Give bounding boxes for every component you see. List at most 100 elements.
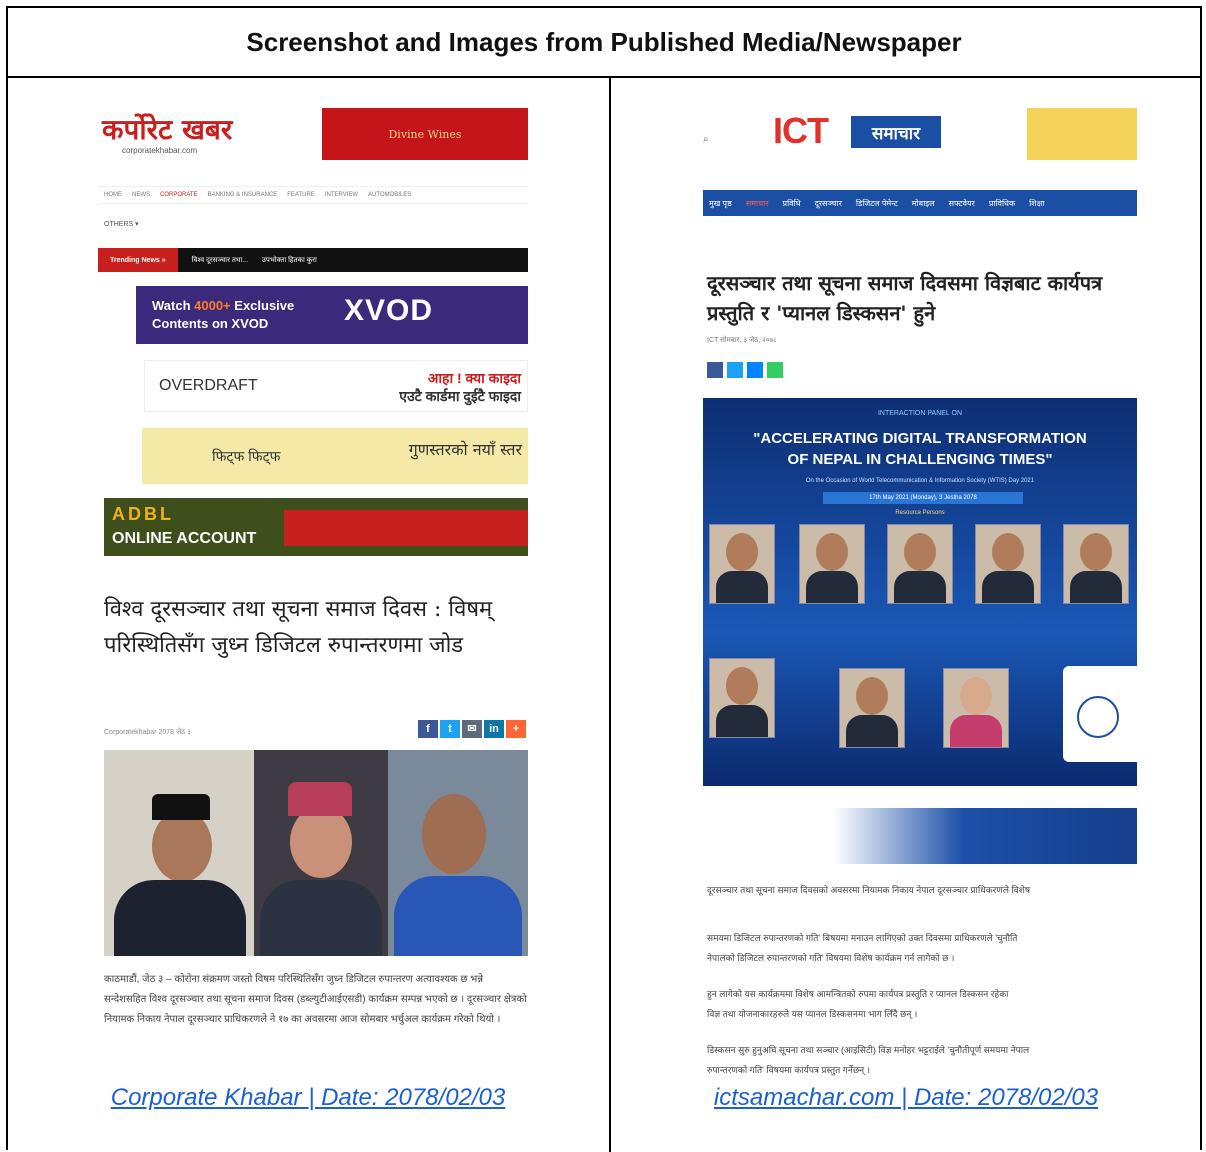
trending-item[interactable]: विश्व दूरसञ्चार तथा...: [192, 256, 248, 265]
xvod-ad[interactable]: Watch 4000+ Exclusive Contents on XVOD X…: [136, 286, 528, 344]
resource-person-photo: [709, 524, 775, 604]
ict-nav-item[interactable]: प्रविधि: [783, 198, 801, 209]
ict-body-para: हुन लागेको यस कार्यक्रममा विशेष आमन्त्रि…: [707, 989, 1009, 999]
page: Screenshot and Images from Published Med…: [0, 0, 1206, 1152]
ict-body-para: विज्ञ तथा योजनाकारहरुले यस प्यानल डिस्कस…: [707, 1009, 918, 1019]
ict-bottom-banner[interactable]: [703, 808, 1137, 864]
twitter-icon[interactable]: [727, 362, 743, 378]
corporate-khabar-logo: कर्पोरेट खबर: [102, 113, 233, 146]
xvod-text2: Exclusive: [230, 298, 295, 313]
resource-person-photo: [1063, 524, 1129, 604]
poster-headline-2: OF NEPAL IN CHALLENGING TIMES": [787, 451, 1053, 468]
fitfit-brand: फिट्फ फिट्फ: [212, 447, 281, 464]
ict-samachar-screenshot: ⌕ ICT समाचार मुख पृष्ठ समाचार प्रविधि दू…: [703, 98, 1137, 1098]
ict-body-para: रुपान्तरणको गति' विषयमा कार्यपत्र प्रस्त…: [707, 1065, 871, 1075]
poster-resource-label: Resource Persons: [895, 510, 945, 516]
video-call-photo: [104, 750, 528, 956]
source-link-corporate-khabar[interactable]: Corporate Khabar | Date: 2078/02/03: [8, 1084, 608, 1112]
messenger-icon[interactable]: [747, 362, 763, 378]
nav-others-dropdown[interactable]: OTHERS ▾: [104, 220, 139, 228]
fitfit-tagline: गुणस्तरको नयाँ स्तर: [408, 440, 522, 459]
nav-item-corporate[interactable]: CORPORATE: [160, 192, 198, 198]
left-column: कर्पोरेट खबर corporatekhabar.com Divine …: [8, 78, 608, 1152]
ict-nav-item[interactable]: प्राविधिक: [989, 198, 1015, 209]
trending-bar: Trending News » विश्व दूरसञ्चार तथा... उ…: [98, 248, 528, 272]
ict-body-para: डिस्कसन सुरु हुनुअघि सूचना तथा सञ्चार (आ…: [707, 1045, 1030, 1055]
share-buttons: f t ✉ in +: [418, 720, 526, 738]
adbl-ad[interactable]: ADBL ONLINE ACCOUNT: [104, 498, 528, 556]
overdraft-brand: OVERDRAFT: [159, 377, 258, 394]
trending-item[interactable]: उपभोक्ता हितका कुरा: [262, 256, 317, 265]
adbl-red-panel: [284, 510, 528, 546]
resource-person-photo: [887, 524, 953, 604]
adbl-online-account: ONLINE ACCOUNT: [112, 530, 257, 547]
ict-nav-item[interactable]: दूरसञ्चार: [815, 198, 842, 209]
search-icon[interactable]: ⌕: [703, 134, 751, 145]
xvod-accent: 4000+: [194, 298, 231, 313]
ict-nav-item[interactable]: डिजिटल पेमेन्ट: [856, 198, 898, 209]
ict-nav-item[interactable]: मुख पृष्ठ: [709, 198, 732, 209]
top-banner-ad[interactable]: Divine Wines: [322, 108, 528, 160]
email-icon[interactable]: ✉: [462, 720, 482, 738]
facebook-icon[interactable]: f: [418, 720, 438, 738]
participant-2: [254, 750, 388, 956]
trending-label: Trending News »: [98, 248, 178, 272]
resource-person-photo: [799, 524, 865, 604]
poster-headline-1: "ACCELERATING DIGITAL TRANSFORMATION: [753, 430, 1087, 447]
overdraft-line1: आहा ! क्या काइदा: [427, 370, 521, 386]
resource-person-photo: [975, 524, 1041, 604]
participant-1: [104, 750, 254, 956]
nav-item-automobiles[interactable]: AUTOMOBILES: [368, 192, 411, 198]
ict-nav-item[interactable]: शिक्षा: [1029, 198, 1044, 209]
xvod-line2: Contents on XVOD: [152, 316, 269, 331]
more-share-icon[interactable]: +: [506, 720, 526, 738]
linkedin-icon[interactable]: in: [484, 720, 504, 738]
ict-article-headline: दूरसञ्चार तथा सूचना समाज दिवसमा विज्ञबाट…: [707, 271, 1103, 325]
article-body: काठमाडौं, जेठ ३ – कोरोना संक्रमण जस्तो व…: [104, 974, 527, 1025]
ict-nav: मुख पृष्ठ समाचार प्रविधि दूरसञ्चार डिजिट…: [703, 190, 1137, 216]
ict-logo: ICT: [773, 110, 829, 151]
nav-item-home[interactable]: HOME: [104, 192, 122, 198]
article-headline: विश्व दूरसञ्चार तथा सूचना समाज दिवस : वि…: [104, 597, 493, 658]
poster-occasion: On the Occasion of World Telecommunicati…: [805, 478, 1035, 484]
nta-logo: [1077, 696, 1119, 738]
xvod-ad-text: Watch 4000+ Exclusive Contents on XVOD: [152, 297, 294, 333]
fitfit-ad[interactable]: फिट्फ फिट्फ गुणस्तरको नयाँ स्तर: [142, 428, 528, 484]
ict-article-meta: ICT सोमबार, ३ जेठ, २०७८: [707, 337, 777, 344]
corporate-khabar-screenshot: कर्पोरेट खबर corporatekhabar.com Divine …: [98, 98, 528, 1098]
twitter-icon[interactable]: t: [440, 720, 460, 738]
overdraft-tagline: आहा ! क्या काइदा एउटै कार्डमा दुईटै फाइद…: [399, 369, 521, 405]
participant-3: [388, 750, 528, 956]
xvod-text1: Watch: [152, 298, 195, 313]
source-link-ictsamachar[interactable]: ictsamachar.com | Date: 2078/02/03: [611, 1084, 1201, 1112]
ict-nav-item[interactable]: मोबाइल: [912, 198, 935, 209]
nav-item-banking[interactable]: BANKING & INSURANCE: [208, 192, 278, 198]
ict-top-ad[interactable]: [1027, 108, 1137, 160]
resource-person-photo: [709, 658, 775, 738]
nav-item-interview[interactable]: INTERVIEW: [325, 192, 358, 198]
ict-nav-item[interactable]: समाचार: [746, 198, 769, 209]
resource-person-photo: [839, 668, 905, 748]
organizer-logo-panel: [1063, 666, 1137, 762]
overdraft-line2: एउटै कार्डमा दुईटै फाइदा: [399, 388, 521, 404]
resource-person-photo: [943, 668, 1009, 748]
share-icon[interactable]: [767, 362, 783, 378]
xvod-brand: XVOD: [344, 294, 434, 327]
adbl-logo: ADBL: [112, 504, 174, 524]
ict-logo-band: समाचार: [851, 116, 941, 148]
nav-item-feature[interactable]: FEATURE: [287, 192, 315, 198]
nav-item-news[interactable]: NEWS: [132, 192, 150, 198]
overdraft-ad[interactable]: OVERDRAFT आहा ! क्या काइदा एउटै कार्डमा …: [144, 360, 528, 412]
facebook-icon[interactable]: [707, 362, 723, 378]
article-meta: Corporatekhabar 2078 जेठ ३: [104, 729, 191, 736]
poster-kicker: INTERACTION PANEL ON: [877, 410, 962, 417]
poster-date: 17th May 2021 (Monday), 3 Jestha 2078: [823, 492, 1023, 504]
ict-body-para: समयमा डिजिटल रुपान्तरणको गति' बिषयमा मना…: [707, 933, 1018, 943]
ict-body-para: नेपालको डिजिटल रुपान्तरणको गति' विषयमा व…: [707, 953, 955, 963]
logo-subtitle: corporatekhabar.com: [122, 146, 198, 155]
search-area: ⌕: [703, 112, 751, 145]
ict-share-buttons: [707, 362, 783, 378]
ict-body-para: दूरसञ्चार तथा सूचना समाज दिवसको अवसरमा न…: [707, 885, 1031, 895]
ict-nav-item[interactable]: सफ्टवेयर: [949, 198, 975, 209]
right-column: ⌕ ICT समाचार मुख पृष्ठ समाचार प्रविधि दू…: [611, 78, 1201, 1152]
